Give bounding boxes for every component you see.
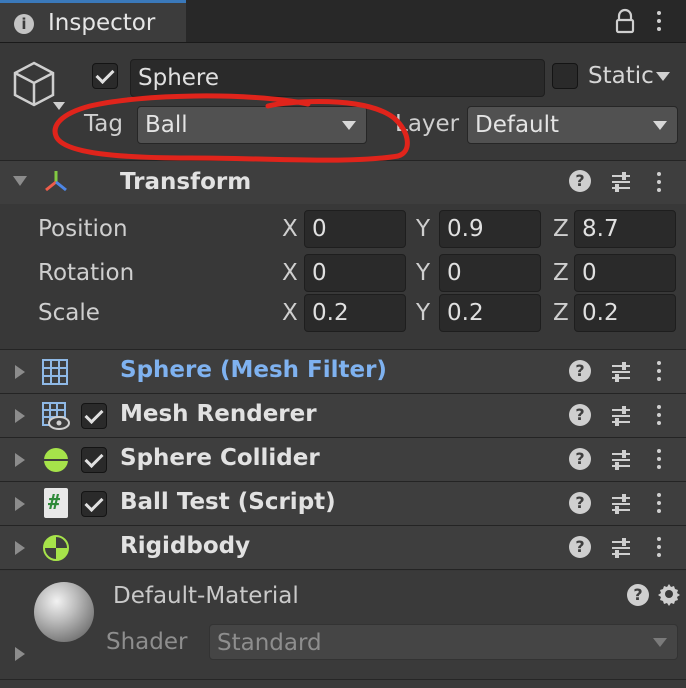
help-icon[interactable]: ? bbox=[569, 170, 591, 192]
tab-title: Inspector bbox=[48, 10, 156, 36]
material-help-icon[interactable]: ? bbox=[627, 584, 649, 606]
ball-test-header[interactable]: # Ball Test (Script) ? bbox=[0, 481, 686, 525]
mesh-filter-title[interactable]: Sphere (Mesh Filter) bbox=[120, 357, 387, 383]
rotation-y-field[interactable]: 0 bbox=[439, 254, 541, 292]
scale-label: Scale bbox=[38, 300, 100, 326]
help-icon[interactable]: ? bbox=[569, 404, 591, 426]
position-y-field[interactable]: 0.9 bbox=[439, 210, 541, 248]
kebab-menu-icon[interactable] bbox=[652, 447, 666, 473]
kebab-menu-icon[interactable] bbox=[652, 170, 666, 196]
scale-z-field[interactable]: 0.2 bbox=[574, 294, 676, 332]
kebab-menu-icon[interactable] bbox=[652, 359, 666, 385]
rotation-y-axis[interactable]: Y bbox=[416, 260, 430, 286]
fold-open-icon[interactable] bbox=[13, 176, 27, 186]
tab-menu-icon[interactable] bbox=[652, 9, 666, 35]
static-checkbox[interactable] bbox=[552, 63, 578, 89]
position-label: Position bbox=[38, 216, 128, 242]
kebab-menu-icon[interactable] bbox=[652, 535, 666, 561]
fold-closed-icon[interactable] bbox=[15, 541, 25, 555]
static-dropdown-icon[interactable] bbox=[656, 72, 670, 81]
scale-x-axis[interactable]: X bbox=[282, 300, 298, 326]
material-bottom-divider bbox=[0, 679, 686, 680]
presets-icon[interactable] bbox=[610, 493, 632, 515]
ball-test-enabled-checkbox[interactable] bbox=[81, 491, 107, 517]
shader-value: Standard bbox=[217, 630, 322, 656]
position-z-axis[interactable]: Z bbox=[553, 216, 569, 242]
mesh-renderer-enabled-checkbox[interactable] bbox=[81, 403, 107, 429]
fold-closed-icon[interactable] bbox=[15, 409, 25, 423]
presets-icon[interactable] bbox=[610, 405, 632, 427]
gear-icon[interactable] bbox=[657, 582, 681, 606]
shader-label: Shader bbox=[106, 629, 188, 655]
help-icon[interactable]: ? bbox=[569, 536, 591, 558]
kebab-menu-icon[interactable] bbox=[652, 491, 666, 517]
mesh-renderer-header[interactable]: Mesh Renderer ? bbox=[0, 393, 686, 437]
fold-closed-icon[interactable] bbox=[15, 453, 25, 467]
transform-title: Transform bbox=[120, 169, 252, 195]
rotation-z-axis[interactable]: Z bbox=[553, 260, 569, 286]
static-label[interactable]: Static bbox=[588, 63, 654, 89]
rotation-x-axis[interactable]: X bbox=[282, 260, 298, 286]
tab-inspector[interactable]: i Inspector bbox=[0, 0, 186, 42]
layer-value: Default bbox=[475, 112, 560, 138]
rotation-label: Rotation bbox=[38, 260, 135, 286]
rigidbody-title: Rigidbody bbox=[120, 533, 251, 559]
presets-icon[interactable] bbox=[610, 449, 632, 471]
annotation-circle bbox=[50, 92, 412, 172]
ball-test-title: Ball Test (Script) bbox=[120, 489, 336, 515]
presets-icon[interactable] bbox=[610, 537, 632, 559]
mesh-filter-icon bbox=[42, 359, 68, 385]
position-z-field[interactable]: 8.7 bbox=[574, 210, 676, 248]
scale-z-axis[interactable]: Z bbox=[553, 300, 569, 326]
shader-dropdown[interactable]: Standard bbox=[209, 624, 678, 660]
presets-icon[interactable] bbox=[610, 361, 632, 383]
sphere-collider-icon bbox=[42, 446, 70, 474]
scale-y-axis[interactable]: Y bbox=[416, 300, 430, 326]
presets-icon[interactable] bbox=[610, 171, 632, 193]
material-preview-sphere[interactable] bbox=[34, 582, 94, 642]
help-icon[interactable]: ? bbox=[569, 492, 591, 514]
rotation-z-field[interactable]: 0 bbox=[574, 254, 676, 292]
rigidbody-header[interactable]: Rigidbody ? bbox=[0, 525, 686, 570]
position-y-axis[interactable]: Y bbox=[416, 216, 430, 242]
sphere-collider-title: Sphere Collider bbox=[120, 445, 320, 471]
mesh-filter-header[interactable]: Sphere (Mesh Filter) ? bbox=[0, 349, 686, 393]
sphere-collider-enabled-checkbox[interactable] bbox=[81, 447, 107, 473]
scale-y-field[interactable]: 0.2 bbox=[439, 294, 541, 332]
material-name: Default-Material bbox=[113, 583, 299, 609]
help-icon[interactable]: ? bbox=[569, 360, 591, 382]
layer-dropdown[interactable]: Default bbox=[467, 106, 678, 144]
script-hash: # bbox=[48, 490, 61, 514]
lock-icon[interactable] bbox=[614, 8, 636, 34]
transform-icon bbox=[42, 169, 70, 195]
fold-closed-icon[interactable] bbox=[15, 497, 25, 511]
position-x-field[interactable]: 0 bbox=[304, 210, 406, 248]
help-icon[interactable]: ? bbox=[569, 448, 591, 470]
info-icon: i bbox=[14, 14, 34, 34]
mesh-renderer-title: Mesh Renderer bbox=[120, 401, 317, 427]
chevron-down-icon bbox=[653, 121, 667, 130]
fold-closed-icon[interactable] bbox=[15, 365, 25, 379]
rotation-x-field[interactable]: 0 bbox=[304, 254, 406, 292]
rigidbody-icon bbox=[42, 534, 70, 562]
sphere-collider-header[interactable]: Sphere Collider ? bbox=[0, 437, 686, 481]
chevron-down-icon bbox=[653, 638, 667, 647]
scale-x-field[interactable]: 0.2 bbox=[304, 294, 406, 332]
mesh-renderer-icon bbox=[42, 402, 70, 430]
script-icon: # bbox=[44, 488, 68, 518]
kebab-menu-icon[interactable] bbox=[652, 403, 666, 429]
active-checkbox[interactable] bbox=[92, 63, 118, 89]
position-x-axis[interactable]: X bbox=[282, 216, 298, 242]
material-fold-icon[interactable] bbox=[15, 647, 25, 661]
